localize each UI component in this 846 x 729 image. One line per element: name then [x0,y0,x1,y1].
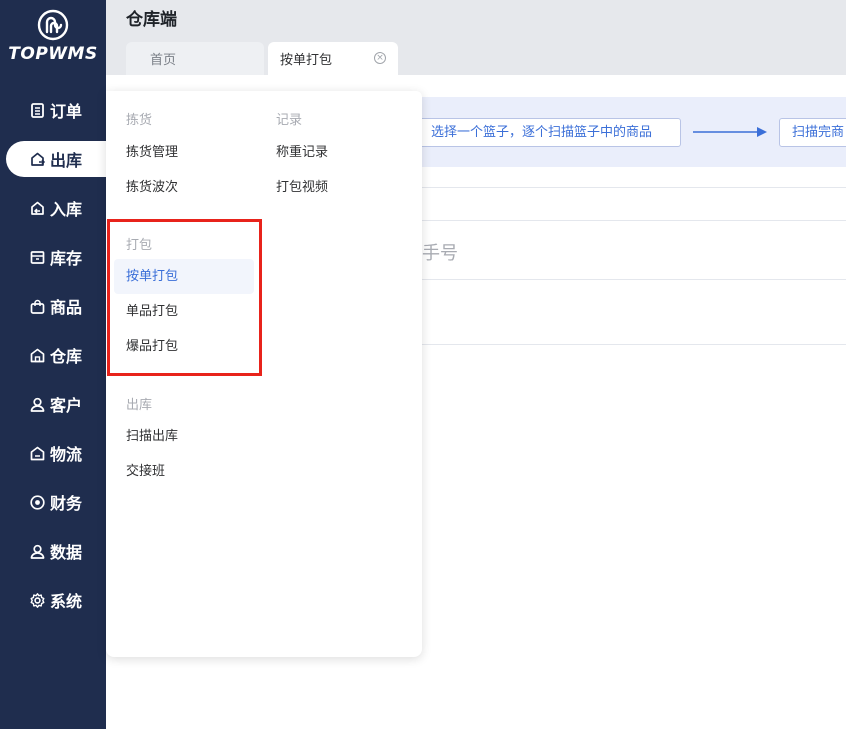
sidebar-item-customers[interactable]: 客户 [0,386,106,422]
sidebar-item-inventory[interactable]: 库存 [0,239,106,275]
menu-item-shift-handover[interactable]: 交接班 [126,454,165,489]
app-title: 仓库端 [126,10,177,30]
sidebar-item-orders[interactable]: 订单 [0,92,106,128]
finance-icon [29,494,46,511]
divider [422,279,846,280]
divider [422,344,846,345]
divider [422,220,846,221]
tab-label: 按单打包 [280,53,333,68]
clipboard-icon [29,102,46,119]
user-icon [29,396,46,413]
sidebar-item-finance[interactable]: 财务 [0,484,106,520]
menu-group-picking: 拣货 [126,113,153,128]
inbound-icon [29,200,46,217]
menu-item-pack-by-order[interactable]: 按单打包 [114,259,254,294]
sidebar-item-label: 客户 [50,396,83,415]
tab-label: 首页 [150,53,177,68]
menu-item-hot-item-pack[interactable]: 爆品打包 [126,329,178,364]
tab-home[interactable]: 首页 [126,42,264,75]
menu-item-picking-management[interactable]: 拣货管理 [126,135,178,170]
menu-item-single-item-pack[interactable]: 单品打包 [126,294,178,329]
menu-group-records: 记录 [276,113,303,128]
field-hint: 手号 [422,243,458,264]
sidebar-item-label: 系统 [50,592,83,611]
header: 仓库端 首页 按单打包 × [106,0,846,75]
menu-group-outbound: 出库 [126,398,153,413]
logo[interactable]: TOPWMS [0,8,106,64]
logistics-icon [29,445,46,462]
sidebar-item-label: 商品 [50,298,83,317]
step-select-basket: 选择一个篮子，逐个扫描篮子中的商品 [418,118,681,147]
sidebar-item-label: 出库 [50,151,83,170]
sidebar-item-products[interactable]: 商品 [0,288,106,324]
sidebar: TOPWMS 订单 出库 入库 库存 商品 仓库 客户 物流 财务 数据 系统 [0,0,112,729]
warehouse-icon [29,347,46,364]
sidebar-item-label: 数据 [50,543,83,562]
logo-icon [37,9,69,41]
sidebar-item-system[interactable]: 系统 [0,582,106,618]
inventory-icon [29,249,46,266]
menu-item-weighing-records[interactable]: 称重记录 [276,135,328,170]
divider [422,187,846,188]
sidebar-item-warehouse[interactable]: 仓库 [0,337,106,373]
sidebar-item-label: 物流 [50,445,83,464]
sidebar-item-outbound[interactable]: 出库 [6,141,112,177]
logo-text: TOPWMS [8,44,98,64]
sidebar-item-data[interactable]: 数据 [0,533,106,569]
sidebar-item-inbound[interactable]: 入库 [0,190,106,226]
tab-pack-by-order[interactable]: 按单打包 × [268,42,398,75]
outbound-menu-panel: 拣货 拣货管理 拣货波次 记录 称重记录 打包视频 打包 按单打包 单品打包 爆… [106,91,422,657]
shopping-bag-icon [29,298,46,315]
close-icon[interactable]: × [374,52,386,64]
sidebar-item-label: 仓库 [50,347,83,366]
gear-icon [29,592,46,609]
sidebar-item-logistics[interactable]: 物流 [0,435,106,471]
menu-group-packing: 打包 [126,238,153,253]
outbound-icon [29,151,46,168]
step-scan-complete: 扫描完商 [779,118,846,147]
sidebar-item-label: 订单 [50,102,83,121]
data-user-icon [29,543,46,560]
sidebar-item-label: 入库 [50,200,83,219]
menu-item-packing-video[interactable]: 打包视频 [276,170,328,205]
sidebar-item-label: 财务 [50,494,83,513]
arrow-right-icon [693,127,767,137]
menu-item-scan-outbound[interactable]: 扫描出库 [126,419,178,454]
sidebar-item-label: 库存 [50,249,83,268]
menu-item-picking-waves[interactable]: 拣货波次 [126,170,178,205]
